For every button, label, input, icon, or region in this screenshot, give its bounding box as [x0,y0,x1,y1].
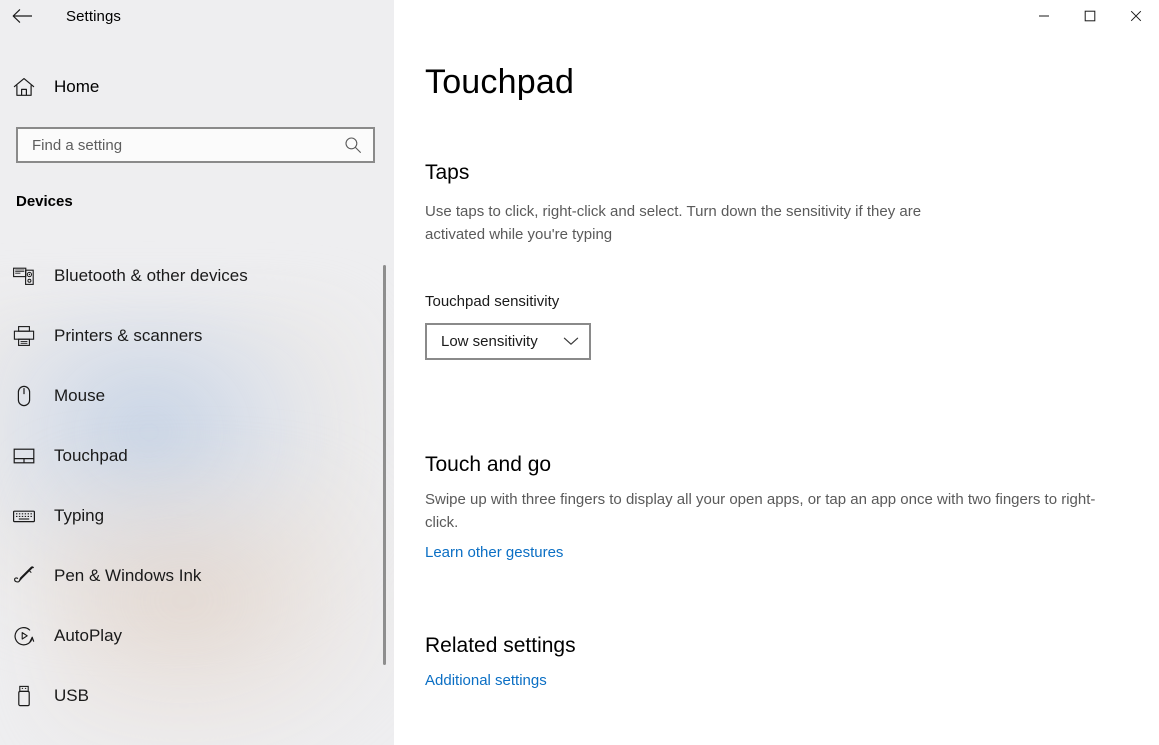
page-title: Touchpad [425,63,575,101]
touchpad-sensitivity-label: Touchpad sensitivity [425,293,560,310]
section-taps-description: Use taps to click, right-click and selec… [425,203,922,243]
sidebar-group-header: Devices [16,193,73,210]
search-box[interactable] [16,127,375,163]
section-touch-and-go-description: Swipe up with three fingers to display a… [425,491,1096,531]
back-button[interactable] [0,0,46,32]
sidebar-item-label: AutoPlay [54,626,123,645]
close-icon [1130,10,1142,22]
sidebar-item-label: Mouse [54,386,106,405]
maximize-icon [1084,10,1096,22]
sidebar-item-label: Touchpad [54,446,128,465]
home-icon [0,77,48,97]
section-taps-title: Taps [425,161,470,184]
minimize-icon [1039,15,1049,17]
settings-window: Settings Home Find a setting Devices Blu… [0,0,1159,745]
learn-other-gestures-link[interactable]: Learn other gestures [425,544,563,561]
touchpad-sensitivity-dropdown[interactable]: Low sensitivity [425,322,591,360]
section-touch-and-go: Touch and go Swipe up with three fingers… [425,452,1097,562]
sidebar-item-label: USB [54,686,89,705]
additional-settings-link[interactable]: Additional settings [425,672,547,689]
search-input[interactable] [18,136,333,154]
sidebar-nav-list: Bluetooth & other devices Printers & sca… [0,256,382,716]
pen-icon [0,564,48,588]
sidebar-item-typing[interactable]: Typing [0,496,382,536]
sidebar-item-autoplay[interactable]: AutoPlay [0,616,382,656]
section-touch-and-go-title: Touch and go [425,453,552,476]
sidebar-item-home-label: Home [54,77,100,96]
sidebar-scrollbar[interactable] [378,32,392,745]
sidebar-item-printers-scanners[interactable]: Printers & scanners [0,316,382,356]
main-content: Touchpad Taps Use taps to click, right-c… [394,0,1159,745]
touchpad-sensitivity-value: Low sensitivity [441,332,538,350]
sidebar-item-label: Bluetooth & other devices [54,266,248,285]
sidebar-scrollbar-thumb[interactable] [383,265,386,665]
sidebar-item-usb[interactable]: USB [0,676,382,716]
sidebar-item-home[interactable]: Home [0,70,380,104]
usb-icon [0,684,48,708]
maximize-button[interactable] [1067,0,1113,32]
search-icon[interactable] [333,129,373,161]
sidebar: Settings Home Find a setting Devices Blu… [0,0,394,745]
touchpad-icon [0,444,48,468]
app-title: Settings [66,7,121,25]
sidebar-item-touchpad[interactable]: Touchpad [0,436,382,476]
window-controls [1021,0,1159,32]
section-related-settings: Related settings Additional settings [425,633,576,690]
section-related-settings-title: Related settings [425,634,576,657]
bluetooth-devices-icon [0,264,48,288]
sidebar-item-mouse[interactable]: Mouse [0,376,382,416]
mouse-icon [0,384,48,408]
sidebar-item-pen-windows-ink[interactable]: Pen & Windows Ink [0,556,382,596]
chevron-down-icon [563,336,579,346]
autoplay-icon [0,624,48,648]
close-button[interactable] [1113,0,1159,32]
sidebar-item-label: Typing [54,506,105,525]
titlebar-left: Settings [0,0,394,32]
keyboard-icon [0,504,48,528]
sidebar-item-bluetooth-other-devices[interactable]: Bluetooth & other devices [0,256,382,296]
back-arrow-icon [12,9,32,23]
touchpad-sensitivity-field: Touchpad sensitivity Low sensitivity [425,292,591,360]
section-taps: Taps Use taps to click, right-click and … [425,160,985,246]
printer-icon [0,324,48,348]
minimize-button[interactable] [1021,0,1067,32]
sidebar-item-label: Printers & scanners [54,326,203,345]
sidebar-item-label: Pen & Windows Ink [54,566,202,585]
